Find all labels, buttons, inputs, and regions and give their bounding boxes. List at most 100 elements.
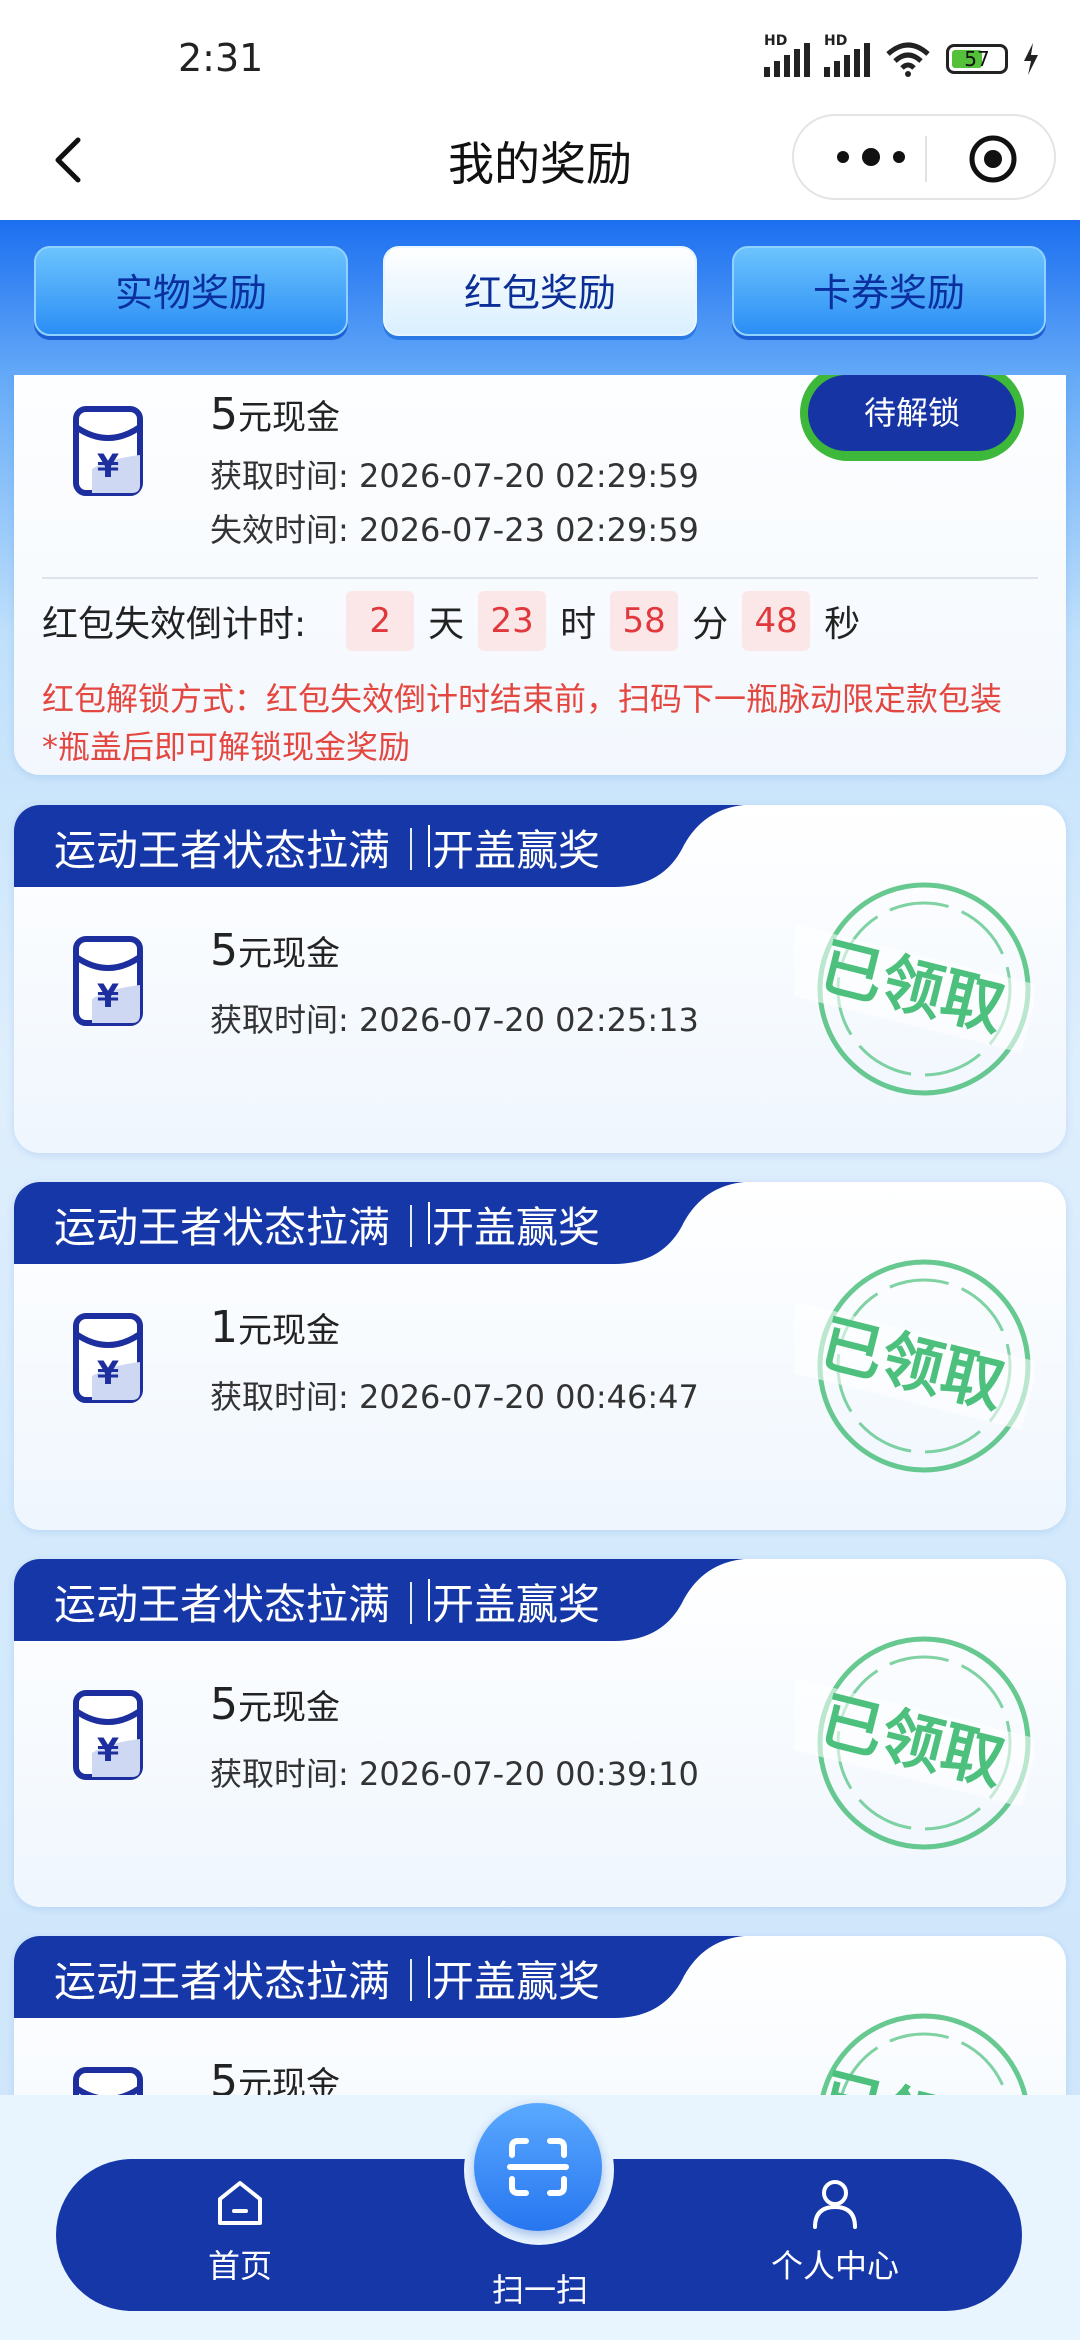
obtain-time-label: 获取时间: [210, 1755, 349, 1793]
person-icon [813, 2180, 857, 2229]
claimed-stamp-text: 已领取 [813, 929, 1011, 1045]
content-area: 实物奖励 红包奖励 卡券奖励 待解锁 ¥ 5元现金 获取时间: 2026-07-… [0, 220, 1080, 2095]
amount-unit: 元现金 [238, 398, 340, 438]
amount-number: 1 [210, 1302, 238, 1353]
countdown-days: 2 [346, 591, 415, 651]
unlock-instructions-line1: 红包解锁方式：红包失效倒计时结束前，扫码下一瓶脉动限定款包装 [42, 680, 1003, 718]
reward-amount: 1元现金 [210, 1302, 340, 1353]
obtain-time: 获取时间: 2026-07-20 02:25:13 [210, 995, 699, 1041]
obtain-time-label: 获取时间: [210, 457, 349, 495]
signal-icon: HD [764, 33, 810, 77]
claimed-stamp: 已领取 [794, 1259, 1034, 1473]
unlock-instructions: 红包解锁方式：红包失效倒计时结束前，扫码下一瓶脉动限定款包装 *瓶盖后即可解锁现… [42, 675, 1038, 771]
scan-icon [507, 2138, 569, 2196]
amount-number: 5 [210, 925, 238, 976]
hd-label: HD [824, 33, 848, 49]
expiry-countdown: 红包失效倒计时: 2 天 23 时 58 分 48 秒 [42, 591, 860, 651]
tab-red-packet-rewards[interactable]: 红包奖励 [383, 246, 697, 336]
unlock-instructions-line2: *瓶盖后即可解锁现金奖励 [42, 728, 411, 766]
svg-text:¥: ¥ [97, 977, 119, 1015]
campaign-banner-text: 运动王者状态拉满｜开盖赢奖 [54, 1203, 601, 1252]
scan-button-wrap [464, 2095, 614, 2245]
claimed-stamp: 已领取 [813, 2013, 1028, 2095]
signal-icon: HD [824, 33, 870, 77]
obtain-time-value: 2026-07-20 00:46:47 [358, 1378, 699, 1416]
home-icon [218, 2181, 262, 2225]
nav-bar: 我的奖励 [0, 110, 1080, 220]
claimed-reward-card[interactable]: 运动王者状态拉满｜开盖赢奖 ¥ 1元现金 获取时间: 2026-07-20 00… [14, 1182, 1066, 1530]
scan-button[interactable] [474, 2103, 602, 2231]
obtain-time-value: 2026-07-20 02:29:59 [358, 457, 699, 495]
tab-coupon-rewards[interactable]: 卡券奖励 [732, 246, 1046, 336]
campaign-banner-text: 运动王者状态拉满｜开盖赢奖 [54, 1580, 601, 1629]
red-packet-yen-icon: ¥ [73, 406, 143, 496]
obtain-time-value: 2026-07-20 02:25:13 [358, 1001, 699, 1039]
campaign-banner-text: 运动王者状态拉满｜开盖赢奖 [54, 1957, 601, 2006]
wifi-icon [886, 42, 930, 77]
obtain-time: 获取时间: 2026-07-20 00:46:47 [210, 1372, 699, 1418]
bottom-navigation: 首页 扫一扫 个人中心 [0, 2095, 1080, 2340]
red-packet-yen-icon: ¥ [73, 1690, 143, 1780]
countdown-label: 红包失效倒计时: [42, 604, 307, 645]
capsule-divider [925, 136, 927, 182]
obtain-time: 获取时间: 2026-07-20 00:39:10 [210, 1749, 699, 1795]
expire-time: 失效时间: 2026-07-23 02:29:59 [210, 505, 699, 551]
reward-amount: 5元现金 [210, 2056, 340, 2095]
nav-scan-label[interactable]: 扫一扫 [440, 2265, 640, 2311]
claimed-stamp-text: 已领取 [813, 1683, 1011, 1799]
amount-number: 5 [210, 2056, 238, 2095]
nav-profile-label: 个人中心 [770, 2247, 899, 2285]
amount-unit: 元现金 [238, 934, 340, 974]
countdown-minutes-unit: 分 [692, 604, 729, 645]
reward-amount: 5元现金 [210, 925, 340, 976]
svg-text:¥: ¥ [97, 1354, 119, 1392]
countdown-seconds: 48 [742, 591, 811, 651]
red-packet-yen-icon [73, 2067, 143, 2095]
amount-number: 5 [210, 1679, 238, 1730]
more-dots-icon[interactable] [828, 142, 914, 172]
battery-level: 57 [964, 47, 990, 71]
battery-icon: 57 [946, 44, 1008, 74]
status-time: 2:31 [178, 36, 264, 80]
nav-home-label: 首页 [207, 2247, 272, 2285]
obtain-time: 获取时间: 2026-07-20 02:29:59 [210, 451, 699, 497]
status-icons: HD HD 57 [764, 33, 1040, 78]
countdown-seconds-unit: 秒 [824, 604, 861, 645]
amount-number: 5 [210, 389, 238, 440]
status-bar: 2:31 HD HD 57 [0, 0, 1080, 110]
countdown-hours: 23 [478, 591, 547, 651]
pending-reward-card: 待解锁 ¥ 5元现金 获取时间: 2026-07-20 02:29:59 失效时… [14, 375, 1066, 775]
nav-home[interactable]: 首页 [170, 2175, 310, 2287]
nav-profile[interactable]: 个人中心 [750, 2175, 920, 2287]
countdown-hours-unit: 时 [560, 604, 597, 645]
amount-unit: 元现金 [238, 1311, 340, 1351]
reward-list[interactable]: 待解锁 ¥ 5元现金 获取时间: 2026-07-20 02:29:59 失效时… [0, 375, 1080, 2095]
campaign-banner-text: 运动王者状态拉满｜开盖赢奖 [54, 826, 601, 875]
amount-unit: 元现金 [238, 2065, 340, 2095]
svg-text:¥: ¥ [97, 1731, 119, 1769]
reward-tabs: 实物奖励 红包奖励 卡券奖励 [34, 246, 1046, 336]
reward-amount: 5元现金 [210, 389, 340, 440]
claimed-reward-card[interactable]: 运动王者状态拉满｜开盖赢奖 ¥ 5元现金 获取时间: 2026-07-20 02… [14, 805, 1066, 1153]
obtain-time-label: 获取时间: [210, 1001, 349, 1039]
expire-time-value: 2026-07-23 02:29:59 [358, 511, 699, 549]
target-icon[interactable] [968, 134, 1018, 184]
claimed-reward-card[interactable]: 运动王者状态拉满｜开盖赢奖 ¥ 5元现金 获取时间: 2026-07-20 00… [14, 1559, 1066, 1907]
obtain-time-value: 2026-07-20 00:39:10 [358, 1755, 699, 1793]
mini-program-capsule [792, 114, 1056, 200]
card-divider [42, 577, 1038, 579]
amount-unit: 元现金 [238, 1688, 340, 1728]
claimed-stamp-text: 已领取 [813, 2060, 1011, 2095]
claimed-stamp: 已领取 [794, 882, 1034, 1096]
claimed-reward-card[interactable]: 运动王者状态拉满｜开盖赢奖 5元现金 已领取 [14, 1936, 1066, 2095]
red-packet-yen-icon: ¥ [73, 936, 143, 1026]
pending-badge-label: 待解锁 [808, 375, 1016, 451]
pending-unlock-badge: 待解锁 [800, 375, 1024, 461]
claimed-stamp-text: 已领取 [813, 1306, 1011, 1422]
countdown-days-unit: 天 [428, 604, 465, 645]
expire-time-label: 失效时间: [210, 511, 349, 549]
tab-physical-rewards[interactable]: 实物奖励 [34, 246, 348, 336]
reward-amount: 5元现金 [210, 1679, 340, 1730]
charging-icon [1024, 43, 1038, 75]
hd-label: HD [764, 33, 788, 49]
